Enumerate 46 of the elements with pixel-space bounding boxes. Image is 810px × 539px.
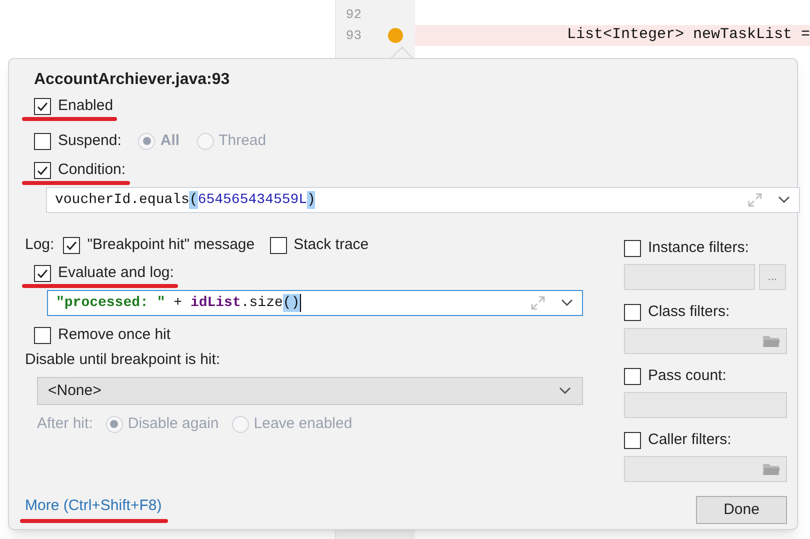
filter-field[interactable] bbox=[624, 328, 787, 354]
check-icon bbox=[36, 100, 49, 112]
checkbox[interactable] bbox=[270, 236, 287, 254]
checkbox-label: Instance filters: bbox=[648, 239, 749, 257]
checkbox[interactable] bbox=[34, 98, 51, 114]
checkbox[interactable] bbox=[624, 368, 641, 384]
radio-label: Thread bbox=[218, 132, 266, 150]
filter-field[interactable] bbox=[624, 392, 787, 418]
breakpoint-dropdown[interactable]: <None> bbox=[37, 377, 583, 405]
checkbox-label: "Breakpoint hit" message bbox=[87, 236, 255, 254]
done-button[interactable]: Done bbox=[696, 496, 787, 524]
radio-label: All bbox=[160, 132, 180, 150]
more-link[interactable]: More (Ctrl+Shift+F8) bbox=[24, 497, 162, 515]
code-line: List<Integer> newTaskList = bbox=[566, 25, 810, 46]
checkbox-label: Evaluate and log: bbox=[58, 264, 174, 282]
checkbox[interactable] bbox=[34, 162, 51, 178]
checkbox-label: Class filters: bbox=[648, 303, 730, 321]
browse-button[interactable]: ... bbox=[759, 264, 786, 290]
checkbox-label: Condition: bbox=[58, 161, 126, 179]
filter-field[interactable] bbox=[624, 264, 755, 290]
checkbox-label: Suspend: bbox=[58, 132, 122, 150]
checkbox[interactable] bbox=[34, 326, 51, 344]
check-icon bbox=[36, 266, 49, 280]
checkbox[interactable] bbox=[624, 240, 641, 256]
checkbox-label: Pass count: bbox=[648, 367, 726, 385]
line-number: 93 bbox=[346, 26, 363, 45]
line-number: 92 bbox=[346, 6, 363, 24]
radio-label: Disable again bbox=[128, 415, 219, 433]
check-icon bbox=[65, 238, 78, 252]
radio-label: Leave enabled bbox=[254, 415, 352, 433]
section-label: Disable until breakpoint is hit: bbox=[24, 351, 222, 369]
popup-title: AccountArchiever.java:93 bbox=[33, 71, 231, 89]
log-label: Log: bbox=[25, 236, 54, 254]
checkbox[interactable] bbox=[34, 264, 51, 282]
after-hit-label: After hit: bbox=[37, 415, 93, 433]
checkbox-label: Caller filters: bbox=[648, 431, 732, 449]
expression-field[interactable]: voucherId.equals(654565434559L) bbox=[46, 187, 800, 213]
filter-field[interactable] bbox=[624, 456, 787, 482]
checkbox-label: Remove once hit bbox=[58, 326, 171, 344]
checkbox-label: Enabled bbox=[58, 97, 114, 115]
checkbox[interactable] bbox=[63, 236, 80, 254]
expression-field[interactable]: "processed: " + idList.size() bbox=[47, 290, 583, 316]
check-icon bbox=[36, 164, 49, 176]
checkbox[interactable] bbox=[624, 432, 641, 448]
checkbox[interactable] bbox=[624, 304, 641, 320]
checkbox-label: Stack trace bbox=[294, 236, 369, 254]
